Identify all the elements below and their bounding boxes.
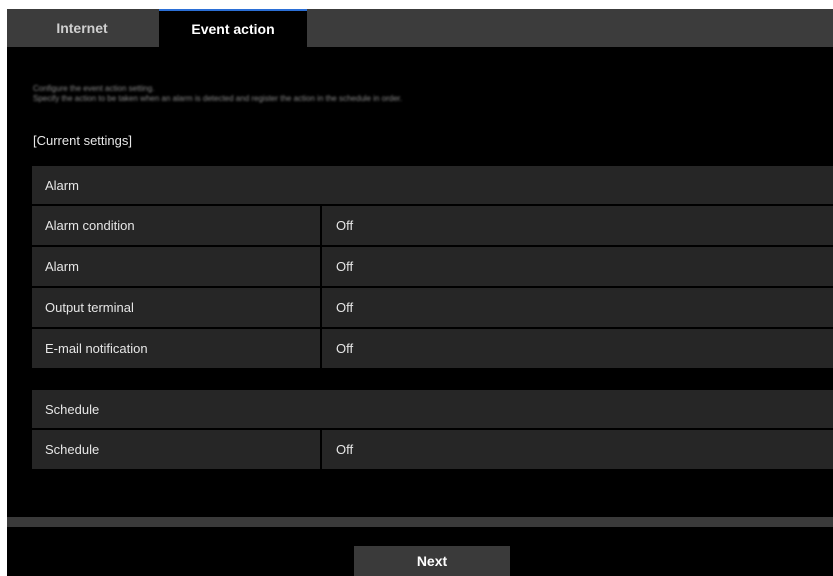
current-settings-title: [Current settings] xyxy=(33,133,132,148)
tab-event-action[interactable]: Event action xyxy=(159,9,307,47)
row-value: Off xyxy=(322,206,833,245)
description-line-1: Configure the event action setting. xyxy=(33,84,155,93)
schedule-group-header: Schedule xyxy=(32,390,833,428)
table-row: E-mail notification Off xyxy=(32,329,833,368)
table-row: Output terminal Off xyxy=(32,288,833,327)
description-text: Configure the event action setting. Spec… xyxy=(33,84,813,104)
tab-bar: Internet Event action xyxy=(7,9,833,47)
row-label: Alarm xyxy=(32,247,320,286)
next-button[interactable]: Next xyxy=(354,546,510,576)
description-line-2: Specify the action to be taken when an a… xyxy=(33,94,403,103)
table-row: Schedule Off xyxy=(32,430,833,469)
row-value: Off xyxy=(322,247,833,286)
footer-divider xyxy=(7,517,833,527)
row-label: Output terminal xyxy=(32,288,320,327)
row-value: Off xyxy=(322,329,833,368)
row-value: Off xyxy=(322,288,833,327)
settings-frame: Internet Event action Configure the even… xyxy=(7,9,833,576)
row-label: Alarm condition xyxy=(32,206,320,245)
tab-internet[interactable]: Internet xyxy=(7,9,157,47)
alarm-group-header: Alarm xyxy=(32,166,833,204)
row-label: Schedule xyxy=(32,430,320,469)
row-label: E-mail notification xyxy=(32,329,320,368)
table-row: Alarm Off xyxy=(32,247,833,286)
row-value: Off xyxy=(322,430,833,469)
alarm-settings-table: Alarm Alarm condition Off Alarm Off Outp… xyxy=(32,166,833,370)
schedule-settings-table: Schedule Schedule Off xyxy=(32,390,833,471)
table-row: Alarm condition Off xyxy=(32,206,833,245)
